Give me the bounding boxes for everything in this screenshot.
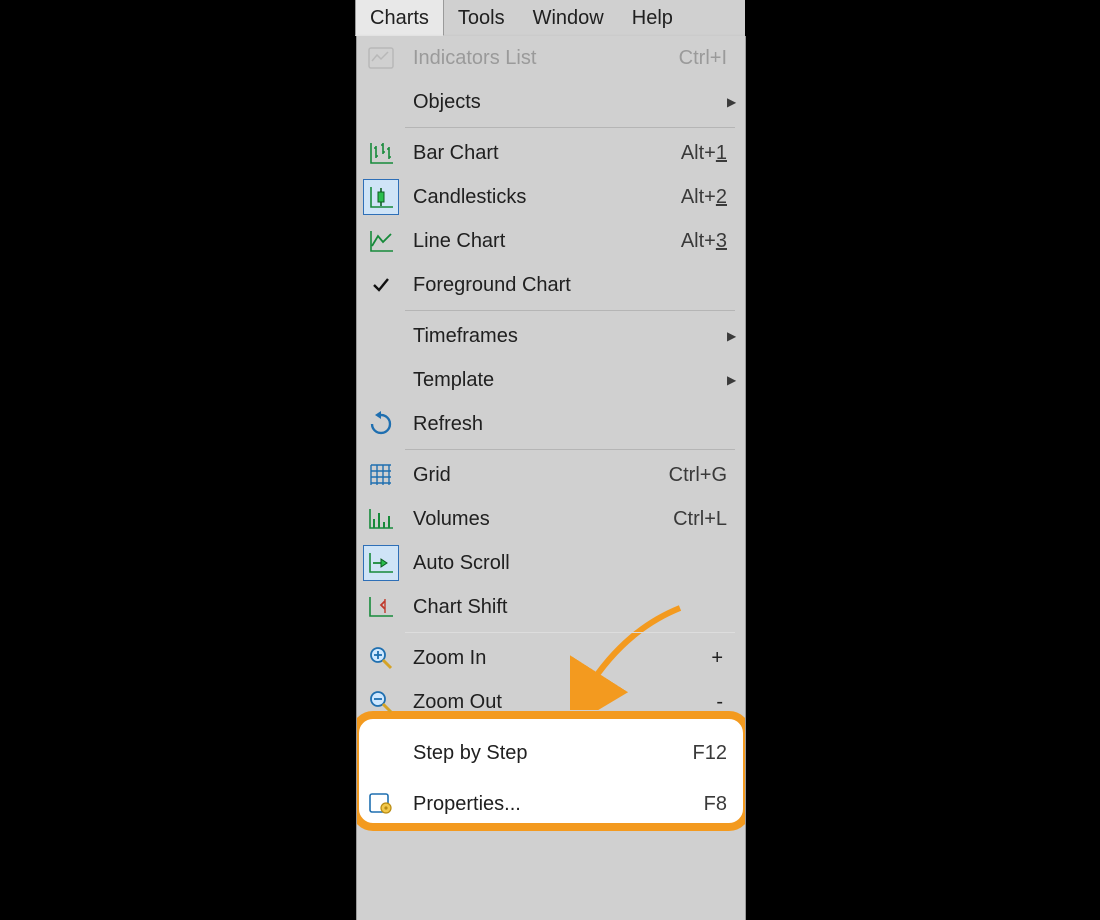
separator <box>405 778 735 779</box>
menu-label: Indicators List <box>405 47 657 70</box>
menubar-tools[interactable]: Tools <box>444 0 519 36</box>
chart-shift-icon <box>364 590 398 624</box>
menu-template[interactable]: Template ▶ <box>357 358 745 402</box>
menu-label: Timeframes <box>405 325 639 348</box>
menu-zoom-out[interactable]: Zoom Out - <box>357 680 745 724</box>
separator <box>405 310 735 311</box>
menu-label: Zoom Out <box>405 691 693 714</box>
menu-accel: F12 <box>657 742 745 765</box>
menu-bar-chart[interactable]: Bar Chart Alt+1 <box>357 131 745 175</box>
menu-auto-scroll[interactable]: Auto Scroll <box>357 541 745 585</box>
menu-label: Bar Chart <box>405 142 657 165</box>
menu-label: Objects <box>405 91 639 114</box>
menu-accel: Ctrl+I <box>657 47 745 70</box>
separator <box>405 449 735 450</box>
charts-menu-panel: Charts Tools Window Help Indicators List… <box>355 0 745 920</box>
refresh-icon <box>364 407 398 441</box>
submenu-arrow-icon: ▶ <box>727 95 745 109</box>
menu-refresh[interactable]: Refresh <box>357 402 745 446</box>
menubar: Charts Tools Window Help <box>355 0 745 36</box>
menu-line-chart[interactable]: Line Chart Alt+3 <box>357 219 745 263</box>
menubar-charts[interactable]: Charts <box>355 0 444 36</box>
line-chart-icon <box>364 224 398 258</box>
menu-accel: Alt+1 <box>657 142 745 165</box>
menubar-help[interactable]: Help <box>618 0 687 36</box>
menu-indicators-list: Indicators List Ctrl+I <box>357 36 745 80</box>
menu-label: Foreground Chart <box>405 274 657 297</box>
menu-chart-shift[interactable]: Chart Shift <box>357 585 745 629</box>
check-icon <box>364 268 398 302</box>
menubar-window[interactable]: Window <box>519 0 618 36</box>
separator <box>405 127 735 128</box>
menu-label: Refresh <box>405 413 657 436</box>
menu-step-by-step[interactable]: Step by Step F12 <box>357 731 745 775</box>
properties-icon <box>364 787 398 821</box>
auto-scroll-icon <box>363 545 399 581</box>
volumes-icon <box>364 502 398 536</box>
menu-label: Candlesticks <box>405 186 657 209</box>
indicators-icon <box>364 41 398 75</box>
menu-grid[interactable]: Grid Ctrl+G <box>357 453 745 497</box>
charts-dropdown: Indicators List Ctrl+I Objects ▶ Bar Cha… <box>356 36 746 920</box>
menu-accel: Alt+2 <box>657 186 745 209</box>
menu-foreground-chart[interactable]: Foreground Chart <box>357 263 745 307</box>
menu-label: Volumes <box>405 508 657 531</box>
candlestick-icon <box>363 179 399 215</box>
menu-zoom-in[interactable]: Zoom In + <box>357 636 745 680</box>
menu-label: Line Chart <box>405 230 657 253</box>
submenu-arrow-icon: ▶ <box>727 329 745 343</box>
menu-label: Grid <box>405 464 657 487</box>
submenu-arrow-icon: ▶ <box>727 373 745 387</box>
menu-label: Properties... <box>405 793 657 816</box>
menu-accel: - <box>693 691 745 714</box>
separator <box>405 632 735 633</box>
menu-timeframes[interactable]: Timeframes ▶ <box>357 314 745 358</box>
menu-accel: Alt+3 <box>657 230 745 253</box>
zoom-out-icon <box>364 685 398 719</box>
grid-icon <box>364 458 398 492</box>
menu-candlesticks[interactable]: Candlesticks Alt+2 <box>357 175 745 219</box>
bar-chart-icon <box>364 136 398 170</box>
menu-accel: Ctrl+L <box>657 508 745 531</box>
menu-label: Auto Scroll <box>405 552 657 575</box>
menu-volumes[interactable]: Volumes Ctrl+L <box>357 497 745 541</box>
menu-properties[interactable]: Properties... F8 <box>357 782 745 826</box>
zoom-in-icon <box>364 641 398 675</box>
menu-accel: + <box>693 647 745 670</box>
menu-accel: Ctrl+G <box>657 464 745 487</box>
menu-label: Chart Shift <box>405 596 657 619</box>
separator <box>405 727 735 728</box>
menu-objects[interactable]: Objects ▶ <box>357 80 745 124</box>
menu-label: Template <box>405 369 639 392</box>
menu-accel: F8 <box>657 793 745 816</box>
menu-label: Zoom In <box>405 647 693 670</box>
menu-label: Step by Step <box>405 742 657 765</box>
